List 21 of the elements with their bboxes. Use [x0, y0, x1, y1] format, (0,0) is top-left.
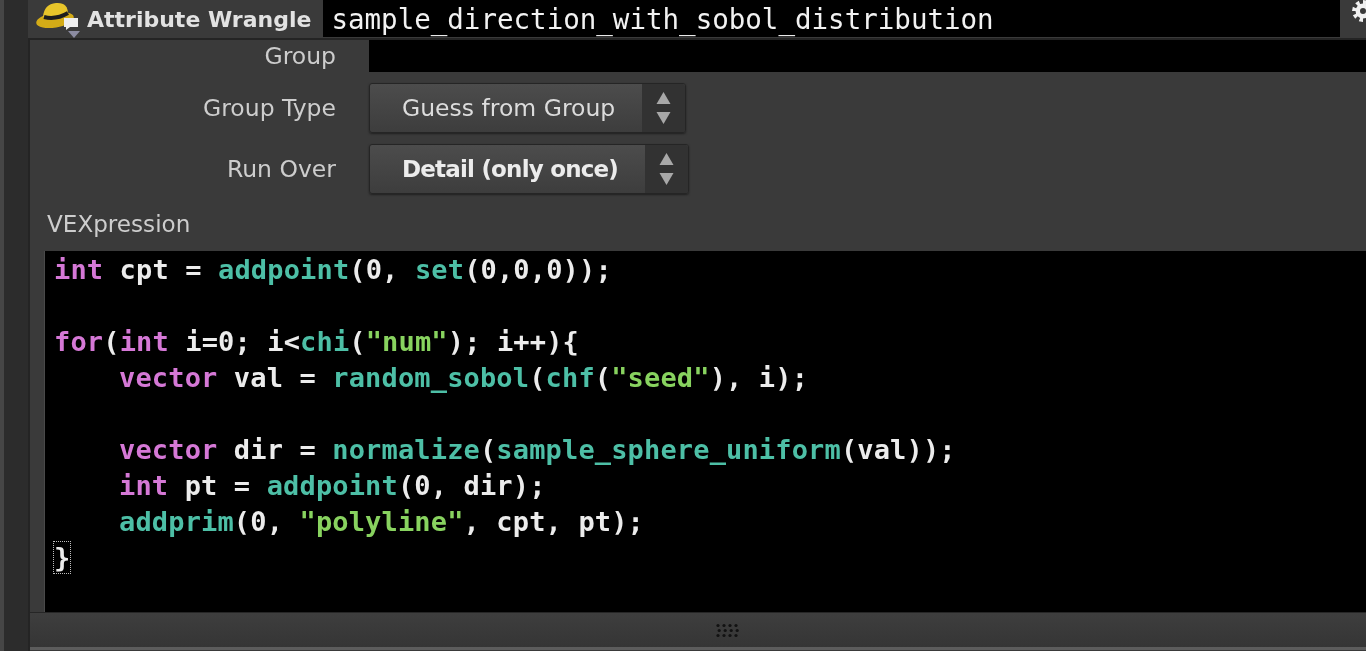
vexpression-label: VEXpression: [47, 211, 191, 239]
parameter-label: Group Type: [203, 94, 336, 122]
code-line: }: [54, 542, 71, 574]
grip-icon[interactable]: [715, 622, 739, 638]
node-name-field[interactable]: sample_direction_with_sobol_distribution: [323, 0, 1340, 37]
dropdown-menu[interactable]: Detail (only once): [369, 144, 690, 194]
code-line: int cpt = addpoint(0, set(0,0,0));: [54, 254, 612, 286]
node-type-title: Attribute Wrangle: [87, 6, 312, 32]
code-line: for(int i=0; i<chi("num"); i++){: [54, 326, 579, 358]
parameter-label: Group: [264, 42, 336, 70]
group-input-field[interactable]: [369, 40, 1366, 72]
code-line: vector dir = normalize(sample_sphere_uniform(val));: [119, 434, 956, 466]
code-editor[interactable]: [44, 251, 1366, 612]
code-line: int pt = addpoint(0, dir);: [119, 470, 546, 502]
code-line: vector val = random_sobol(chf("seed"), i);: [119, 362, 809, 394]
dropdown-menu[interactable]: Guess from Group: [369, 83, 687, 133]
up-down-arrows-icon: [645, 145, 689, 193]
code-line: addprim(0, "polyline", cpt, pt);: [119, 506, 644, 538]
hat-icon[interactable]: [35, 0, 80, 30]
parameter-label: Run Over: [226, 155, 336, 183]
up-down-arrows-icon: [642, 84, 686, 132]
